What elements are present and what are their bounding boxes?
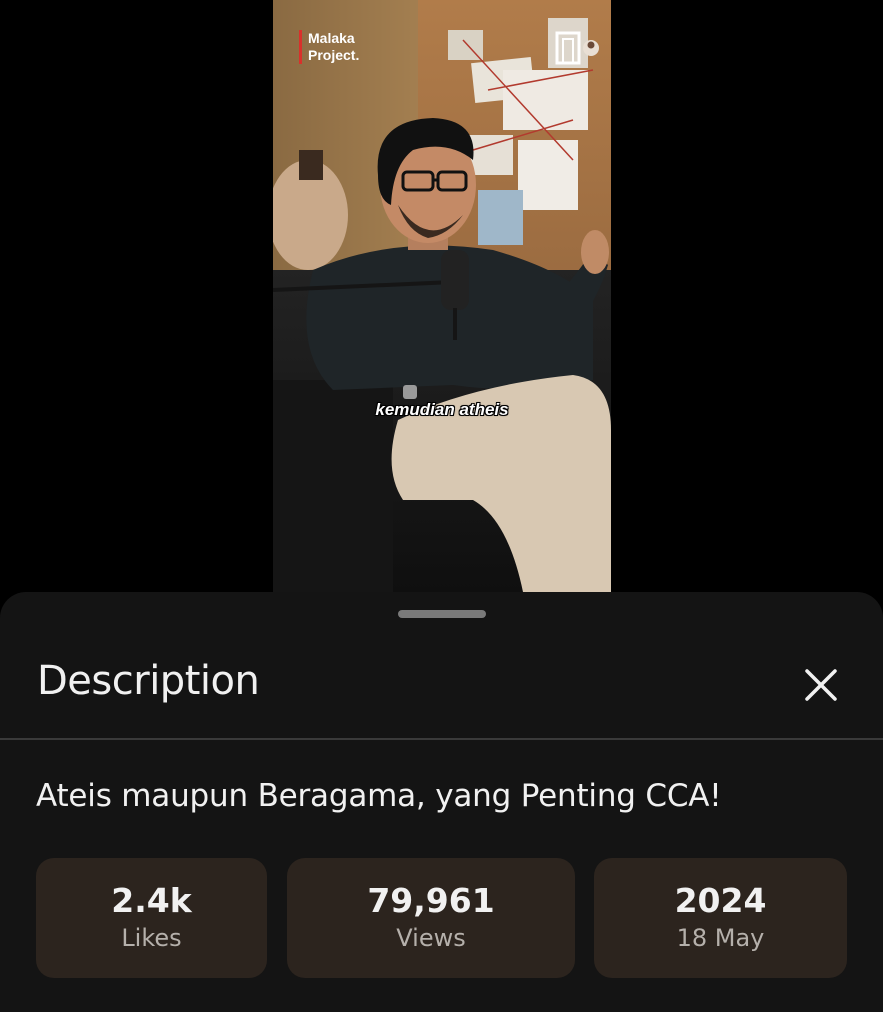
channel-logo-line1: Malaka <box>308 30 355 46</box>
channel-logo-line2: Project. <box>308 47 360 63</box>
corner-logo-icon <box>555 31 599 65</box>
views-count: 79,961 <box>367 881 495 920</box>
channel-logo: Malaka Project. <box>299 30 359 64</box>
video-title: Ateis maupun Beragama, yang Penting CCA! <box>36 778 722 814</box>
close-icon <box>805 669 837 701</box>
close-button[interactable] <box>798 662 844 708</box>
publish-day-month: 18 May <box>676 924 765 952</box>
likes-count: 2.4k <box>111 881 192 920</box>
drag-handle[interactable] <box>398 610 486 618</box>
video-frame[interactable]: Malaka Project. kemudian atheis <box>273 0 611 592</box>
video-caption: kemudian atheis <box>375 400 509 419</box>
sheet-title: Description <box>37 658 260 704</box>
likes-label: Likes <box>121 924 182 952</box>
description-sheet: Description Ateis maupun Beragama, yang … <box>0 592 883 1012</box>
publish-date-stat: 2024 18 May <box>594 858 847 978</box>
likes-stat: 2.4k Likes <box>36 858 267 978</box>
publish-year: 2024 <box>674 881 767 920</box>
views-label: Views <box>396 924 466 952</box>
video-thumbnail-image <box>273 0 611 592</box>
sheet-divider <box>0 738 883 740</box>
video-player[interactable]: Malaka Project. kemudian atheis <box>0 0 883 600</box>
views-stat: 79,961 Views <box>287 858 575 978</box>
